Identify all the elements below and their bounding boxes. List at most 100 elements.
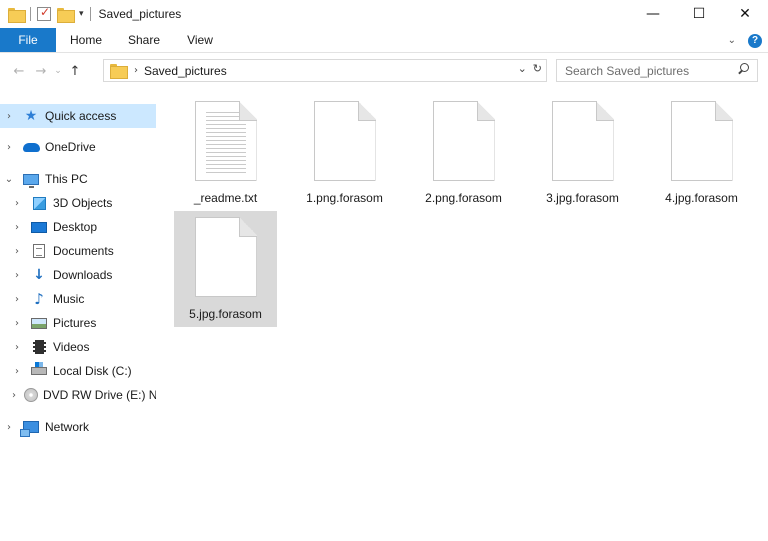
expander-icon[interactable]: › <box>12 318 22 329</box>
file-item-2-png[interactable]: 2.png.forasom <box>412 95 515 211</box>
downloads-icon: ↓ <box>33 267 45 283</box>
address-bar[interactable]: › Saved_pictures ⌄ ↻ <box>103 59 547 82</box>
file-name: 1.png.forasom <box>306 191 383 205</box>
tab-view[interactable]: View <box>172 28 228 52</box>
close-button[interactable]: ✕ <box>722 0 768 28</box>
nav-item-label: Documents <box>53 244 114 258</box>
local-disk-icon <box>30 362 48 379</box>
search-input[interactable]: Search Saved_pictures <box>556 59 758 82</box>
tab-file[interactable]: File <box>0 28 56 52</box>
properties-icon[interactable] <box>37 5 51 21</box>
file-list: _readme.txt 1.png.forasom 2.png.forasom … <box>160 95 768 541</box>
expander-icon[interactable]: › <box>12 342 22 353</box>
music-icon: ♪ <box>34 290 44 308</box>
nav-item-network[interactable]: › Network <box>0 415 156 439</box>
file-name: 5.jpg.forasom <box>189 307 262 321</box>
customize-dropdown-icon[interactable]: ▾ <box>79 9 84 19</box>
expand-ribbon-icon[interactable]: ⌄ <box>728 35 736 46</box>
nav-item-music[interactable]: › ♪ Music <box>0 287 156 311</box>
file-item-4-jpg[interactable]: 4.jpg.forasom <box>650 95 753 211</box>
page-fold <box>357 101 376 121</box>
nav-item-local-disk[interactable]: › Local Disk (C:) <box>0 359 156 383</box>
page-fold <box>476 101 495 121</box>
forward-button[interactable]: → <box>30 64 52 79</box>
cloud-icon <box>22 139 40 155</box>
nav-item-label: 3D Objects <box>53 196 113 210</box>
page-fold <box>714 101 733 121</box>
nav-item-documents[interactable]: › Documents <box>0 239 156 263</box>
nav-item-label: OneDrive <box>45 140 96 154</box>
nav-item-desktop[interactable]: › Desktop <box>0 215 156 239</box>
blank-file-icon <box>669 101 735 183</box>
expander-icon[interactable]: › <box>12 198 22 209</box>
expander-icon[interactable]: › <box>4 142 14 153</box>
toolbar-separator <box>89 7 91 21</box>
nav-item-downloads[interactable]: › ↓ Downloads <box>0 263 156 287</box>
3d-objects-icon <box>30 195 48 211</box>
blank-file-icon <box>312 101 378 183</box>
nav-item-quick-access[interactable]: › ★ Quick access <box>0 104 156 128</box>
toolbar-separator <box>30 7 31 21</box>
title-bar: ▾ Saved_pictures — ☐ ✕ <box>0 0 768 28</box>
nav-item-onedrive[interactable]: › OneDrive <box>0 135 156 159</box>
expander-icon[interactable]: › <box>4 422 14 433</box>
up-button[interactable]: ↑ <box>64 64 86 79</box>
file-item-1-png[interactable]: 1.png.forasom <box>293 95 396 211</box>
address-tools: ⌄ ↻ <box>518 62 542 75</box>
nav-item-this-pc[interactable]: ⌄ This PC <box>0 167 156 191</box>
dvd-drive-icon <box>24 387 38 403</box>
expander-icon[interactable]: › <box>12 294 22 305</box>
expander-icon[interactable]: › <box>12 366 22 377</box>
tab-home[interactable]: Home <box>56 28 116 52</box>
nav-item-pictures[interactable]: › Pictures <box>0 311 156 335</box>
expander-icon[interactable]: › <box>12 270 22 281</box>
address-dropdown-icon[interactable]: ⌄ <box>518 62 527 75</box>
folder-icon <box>110 64 128 79</box>
file-name: 2.png.forasom <box>425 191 502 205</box>
nav-item-label: Local Disk (C:) <box>53 364 132 378</box>
expander-icon[interactable]: › <box>12 222 22 233</box>
maximize-button[interactable]: ☐ <box>676 0 722 28</box>
nav-item-videos[interactable]: › Videos <box>0 335 156 359</box>
minimize-button[interactable]: — <box>630 0 676 28</box>
new-folder-icon[interactable] <box>57 7 75 23</box>
search-placeholder: Search Saved_pictures <box>565 63 690 78</box>
window-title: Saved_pictures <box>98 7 182 21</box>
back-button[interactable]: ← <box>8 64 30 79</box>
breadcrumb-saved-pictures[interactable]: Saved_pictures <box>144 64 227 78</box>
text-lines <box>205 112 246 176</box>
ribbon-tabs: File Home Share View ⌄ ? <box>0 28 768 53</box>
file-name: 3.jpg.forasom <box>546 191 619 205</box>
videos-icon <box>30 339 48 355</box>
nav-item-label: Music <box>53 292 85 306</box>
window-controls: — ☐ ✕ <box>630 0 768 28</box>
file-name: 4.jpg.forasom <box>665 191 738 205</box>
file-item-3-jpg[interactable]: 3.jpg.forasom <box>531 95 634 211</box>
nav-item-3d-objects[interactable]: › 3D Objects <box>0 191 156 215</box>
blank-file-icon <box>431 101 497 183</box>
recent-locations-button[interactable]: ⌄ <box>52 66 64 76</box>
blank-file-icon <box>193 217 259 299</box>
search-icon[interactable] <box>737 63 749 75</box>
help-icon[interactable]: ? <box>748 33 762 48</box>
blank-file-icon <box>550 101 616 183</box>
file-item-readme[interactable]: _readme.txt <box>174 95 277 211</box>
expander-icon[interactable]: › <box>12 390 16 401</box>
expander-icon[interactable]: › <box>12 246 22 257</box>
expander-icon[interactable]: ⌄ <box>4 174 14 185</box>
address-row: ← → ⌄ ↑ › Saved_pictures ⌄ ↻ Search Save… <box>0 55 768 87</box>
breadcrumb-separator: › <box>134 65 138 76</box>
nav-item-dvd-drive[interactable]: › DVD RW Drive (E:) N <box>0 383 156 407</box>
nav-item-label: Videos <box>53 340 90 354</box>
folder-icon <box>8 7 26 23</box>
expander-icon[interactable]: › <box>4 111 14 122</box>
ribbon-right-tools: ⌄ ? <box>728 28 762 53</box>
page-fold <box>238 101 257 121</box>
file-item-5-jpg[interactable]: 5.jpg.forasom <box>174 211 277 327</box>
text-file-icon <box>193 101 259 183</box>
file-name: _readme.txt <box>193 191 258 205</box>
nav-item-label: Pictures <box>53 316 97 330</box>
page-fold <box>595 101 614 121</box>
refresh-icon[interactable]: ↻ <box>533 62 542 75</box>
tab-share[interactable]: Share <box>116 28 172 52</box>
